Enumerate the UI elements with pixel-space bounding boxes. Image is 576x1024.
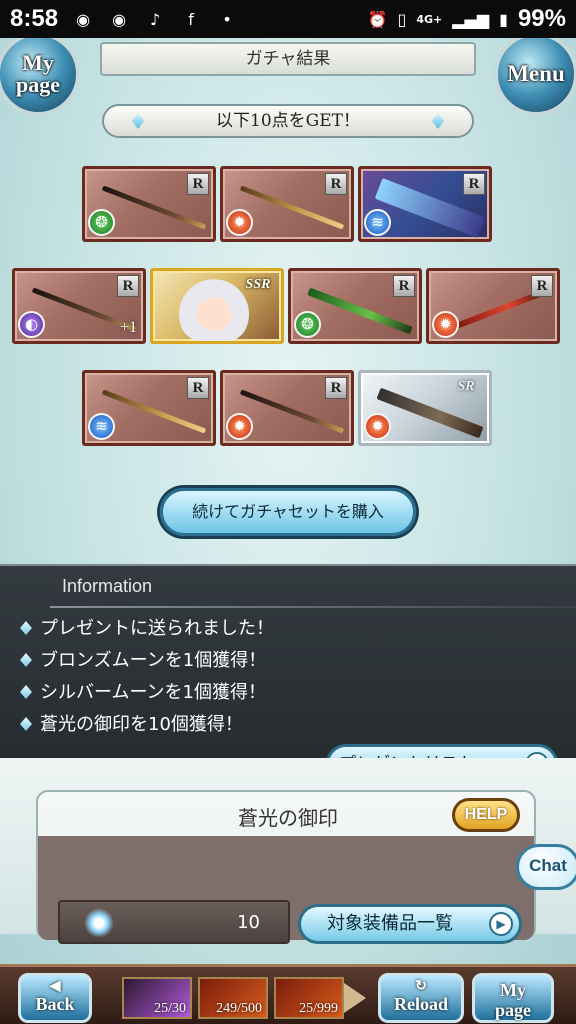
clock: 8:58 [10,5,59,32]
equipment-list-label: 対象装備品一覧 [327,913,453,934]
info-line-text: プレゼントに送られました！ [40,618,274,639]
item-shortcut[interactable]: 25/999 [274,977,344,1019]
item-card[interactable]: R ✹ [426,268,560,344]
seal-count: 10 [237,912,260,933]
mypage-nav-line1: My [500,980,526,1000]
arrow-right-icon: ▶ [489,912,513,936]
vibrate-icon: ▯ [397,9,407,29]
rarity-badge: R [531,275,553,297]
fire-element-icon: ✹ [364,413,391,440]
rarity-badge: SR [457,379,475,394]
mypage-nav-button[interactable]: My page [472,973,554,1023]
reload-label: Reload [394,994,448,1014]
help-button[interactable]: HELP [452,798,520,832]
item-shortcut[interactable]: 249/500 [198,977,268,1019]
page-title: ガチャ結果 [100,42,476,76]
discord-icon: ◉ [112,9,127,29]
get-banner: 以下10点をGET！ [102,104,474,138]
dot-icon: • [222,9,232,29]
info-line-text: ブロンズムーンを1個獲得！ [40,650,267,671]
fire-element-icon: ✹ [432,311,459,338]
divider [50,606,576,608]
info-line-text: シルバームーンを1個獲得！ [40,682,267,703]
reload-icon: ↻ [415,979,427,994]
chat-button[interactable]: Chat [516,844,576,890]
diamond-icon [20,653,32,667]
fire-element-icon: ✹ [226,413,253,440]
alarm-icon: ⏰ [367,9,388,29]
seal-star-icon [84,908,114,938]
rarity-badge: R [393,275,415,297]
menu-button[interactable]: Menu [494,38,576,116]
diamond-icon [20,621,32,635]
dark-element-icon: ◐ [18,311,45,338]
item-card[interactable]: R ❂ [82,166,216,242]
wind-element-icon: ❂ [294,311,321,338]
water-element-icon: ≋ [88,413,115,440]
music-icon: ♪ [149,9,161,29]
information-title: Information [62,576,153,596]
item-card[interactable]: R ❂ [288,268,422,344]
battery-percent: 99% [517,5,566,32]
info-line-text: 蒼光の御印を10個獲得！ [40,714,243,735]
item-card[interactable]: SR ✹ [358,370,492,446]
gem-icon [432,113,444,129]
info-line: プレゼントに送られました！ [20,614,274,640]
status-bar: 8:58 ◉ ◉ ♪ f • ⏰ ▯ 4G+ ▂▄▆ ▮ 99% [0,0,576,38]
fire-element-icon: ✹ [226,209,253,236]
rarity-badge: R [117,275,139,297]
rarity-badge: R [187,173,209,195]
scroll-right-icon[interactable] [344,983,366,1013]
network-label: 4G+ [416,12,443,26]
rarity-badge: R [325,377,347,399]
rarity-badge: SSR [245,277,271,292]
item-card[interactable]: SSR [150,268,284,344]
get-label: 以下10点をGET！ [216,111,360,131]
buy-gacha-set-button[interactable]: 続けてガチャセットを購入 [160,488,416,536]
gem-icon [132,113,144,129]
facebook-icon: f [188,9,194,29]
equipment-list-button[interactable]: 対象装備品一覧 ▶ [298,904,522,944]
plus-badge: +1 [119,319,137,336]
item-card[interactable]: R ◐ +1 [12,268,146,344]
reload-button[interactable]: ↻ Reload [378,973,464,1023]
back-label: Back [35,994,75,1014]
bottom-nav: ◀ Back 25/30 249/500 25/999 ↻ Reload My … [0,964,576,1024]
water-element-icon: ≋ [364,209,391,236]
item-card[interactable]: R ≋ [82,370,216,446]
item-card[interactable]: R ✹ [220,370,354,446]
status-right: ⏰ ▯ 4G+ ▂▄▆ ▮ 99% [368,5,566,33]
battery-icon: ▮ [499,9,508,29]
rarity-badge: R [325,173,347,195]
wind-element-icon: ❂ [88,209,115,236]
discord-icon: ◉ [76,9,91,29]
seal-section: 蒼光の御印 HELP Chat 10 対象装備品一覧 ▶ [0,758,576,944]
diamond-icon [20,717,32,731]
mypage-button[interactable]: My page [0,38,80,116]
diamond-icon [20,685,32,699]
rarity-badge: R [463,173,485,195]
item-card[interactable]: R ≋ [358,166,492,242]
info-line: ブロンズムーンを1個獲得！ [20,646,266,672]
back-arrow-icon: ◀ [49,979,61,994]
info-line: シルバームーンを1個獲得！ [20,678,266,704]
mypage-label-line2: page [16,72,60,97]
back-button[interactable]: ◀ Back [18,973,92,1023]
rarity-badge: R [187,377,209,399]
info-line: 蒼光の御印を10個獲得！ [20,710,243,736]
item-card[interactable]: R ✹ [220,166,354,242]
signal-icon: ▂▄▆ [452,9,490,29]
seal-count-box: 10 [58,900,290,944]
mypage-nav-line2: page [495,1000,531,1020]
item-shortcut[interactable]: 25/30 [122,977,192,1019]
